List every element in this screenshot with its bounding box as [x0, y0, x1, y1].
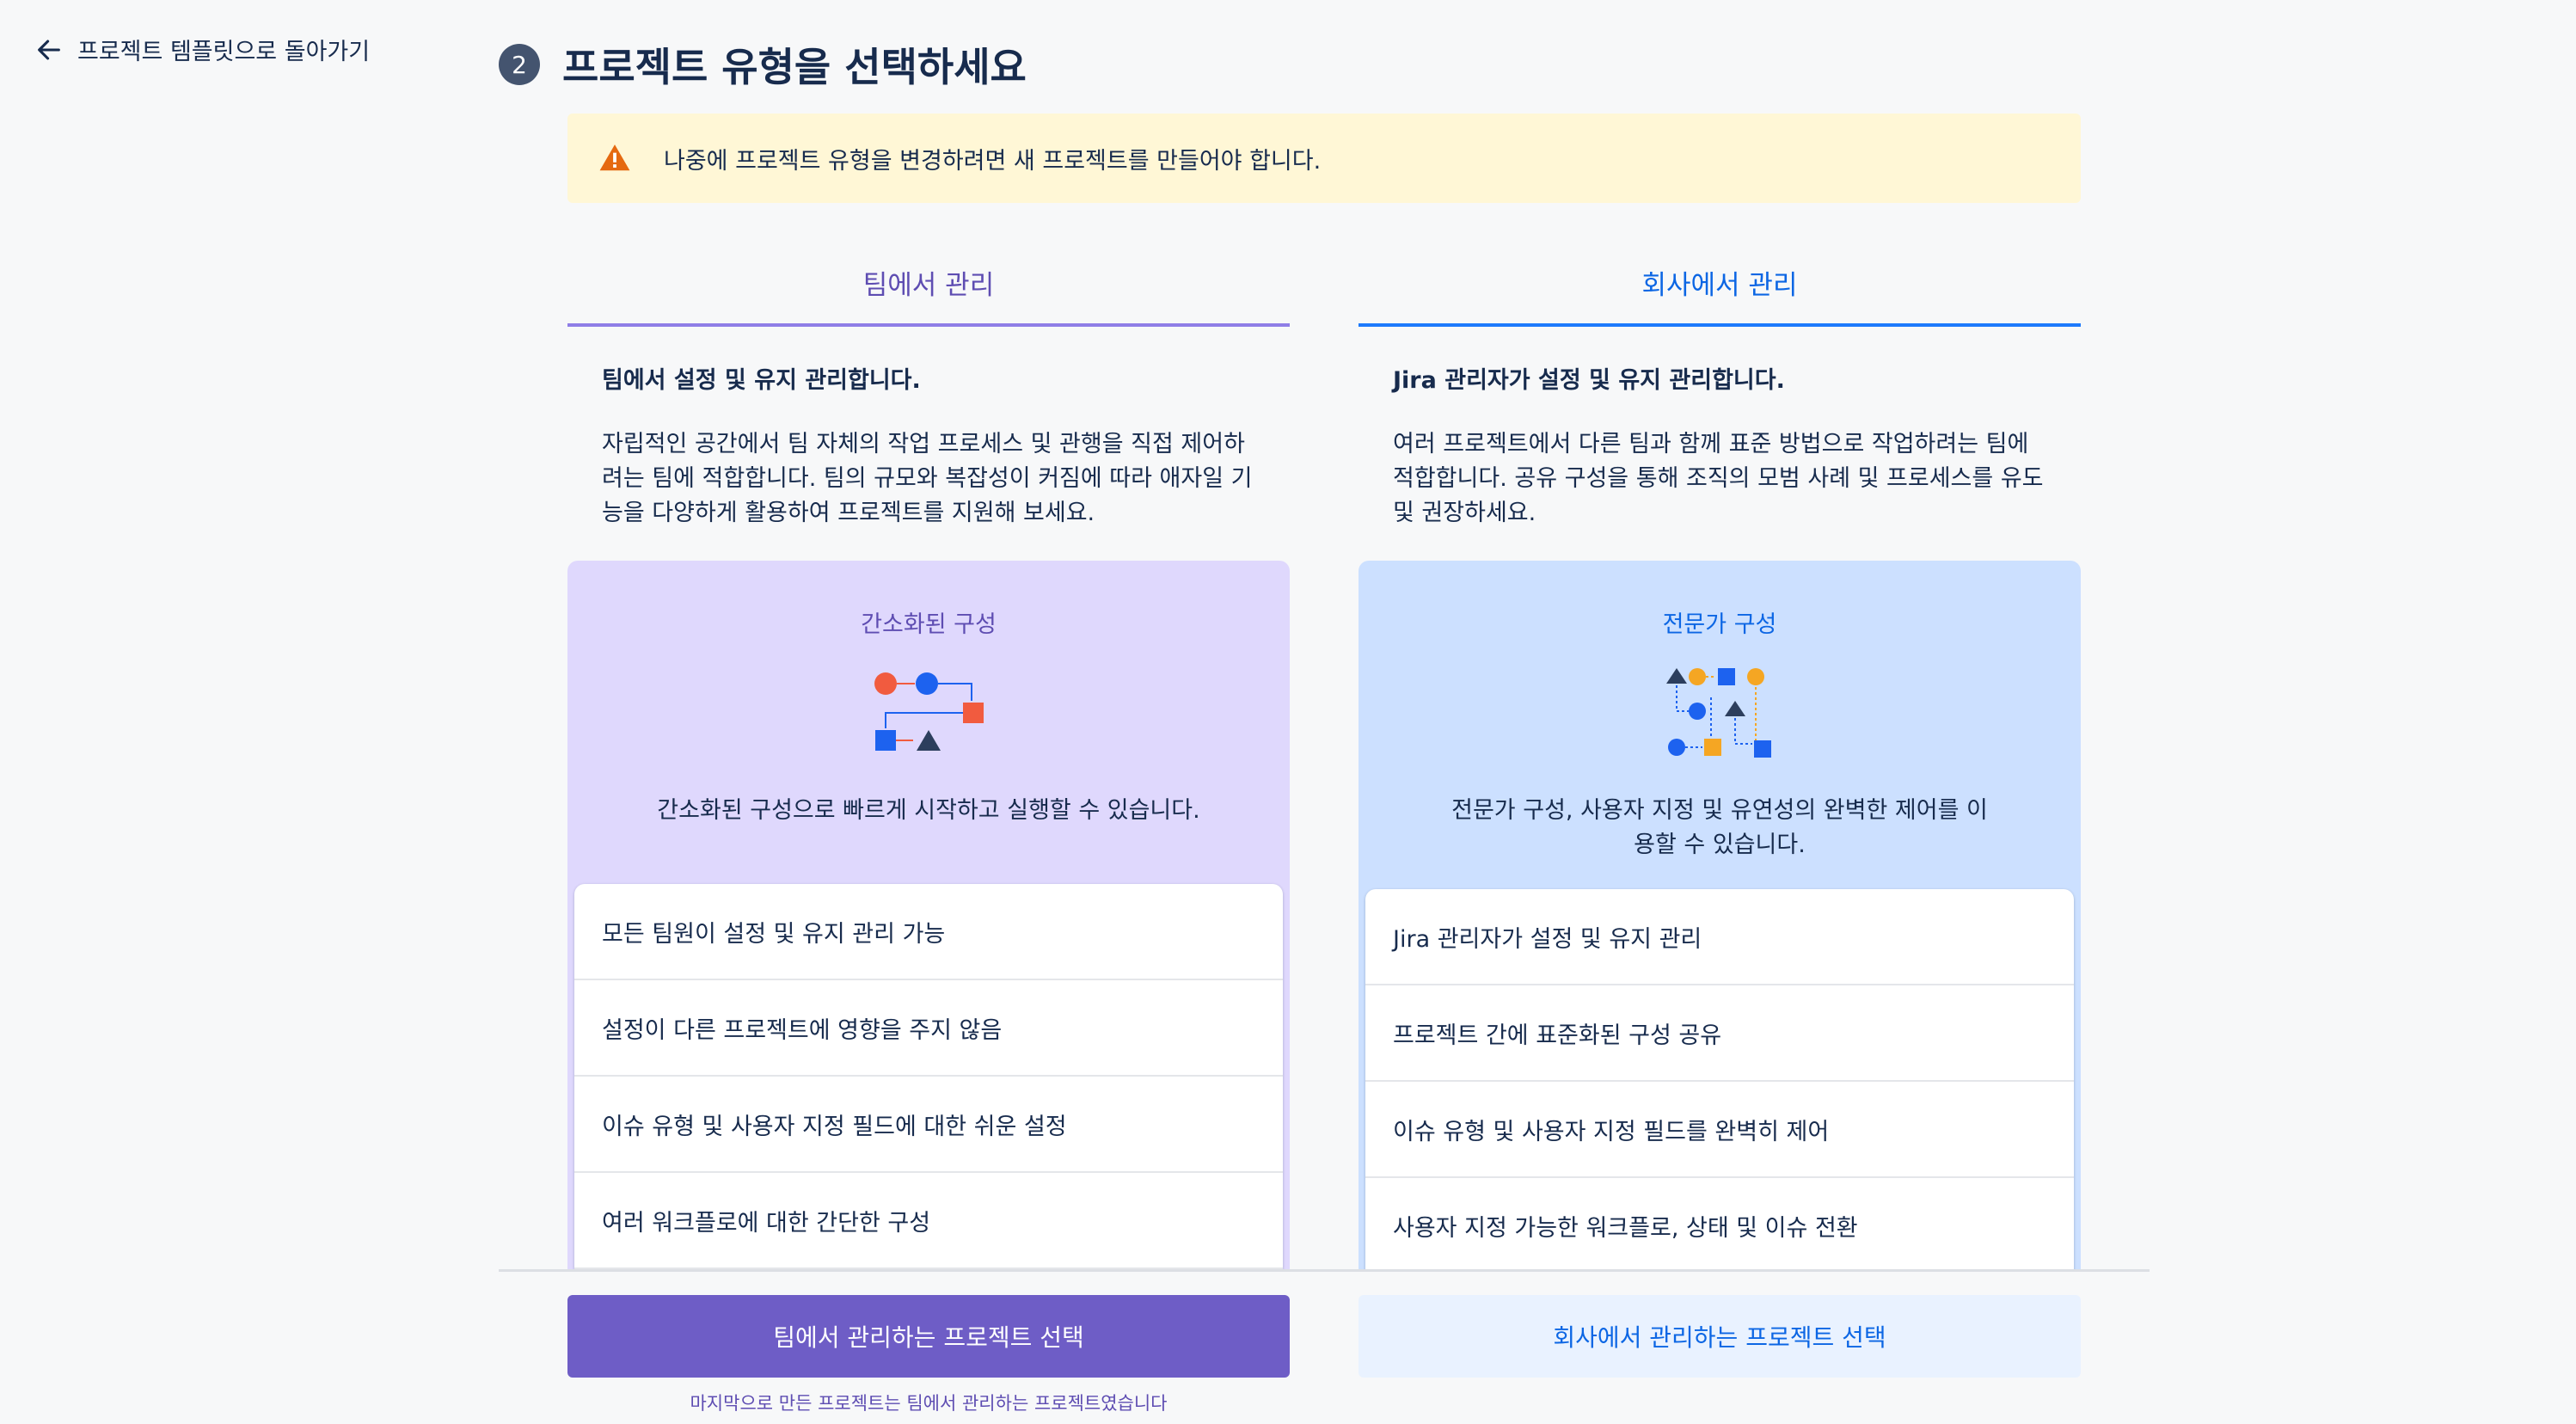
company-config-title: 전문가 구성 — [1662, 611, 1777, 638]
list-item: 설정이 다른 프로젝트에 영향을 주지 않음 — [574, 980, 1283, 1077]
team-heading: 팀에서 설정 및 유지 관리합니다. — [602, 367, 921, 394]
step-number-badge: 2 — [499, 44, 540, 85]
tab-team-managed[interactable]: 팀에서 관리 — [567, 241, 1290, 327]
team-managed-column: 팀에서 관리 팀에서 설정 및 유지 관리합니다. 자립적인 공간에서 팀 자체… — [567, 241, 1290, 1335]
list-item: Jira 관리자가 설정 및 유지 관리 — [1365, 889, 2074, 985]
company-feature-list: Jira 관리자가 설정 및 유지 관리 프로젝트 간에 표준화된 구성 공유 … — [1365, 889, 2074, 1274]
list-item: 모든 팀원이 설정 및 유지 관리 가능 — [574, 884, 1283, 980]
simplified-config-illustration-icon — [874, 672, 984, 751]
back-link-label: 프로젝트 템플릿으로 돌아가기 — [77, 39, 371, 65]
company-description: 여러 프로젝트에서 다른 팀과 함께 표준 방법으로 작업하려는 팀에 적합합니… — [1393, 431, 2044, 526]
company-heading: Jira 관리자가 설정 및 유지 관리합니다. — [1393, 367, 1785, 394]
divider — [499, 1269, 2150, 1272]
team-description: 자립적인 공간에서 팀 자체의 작업 프로세스 및 관행을 직접 제어하려는 팀… — [602, 431, 1253, 526]
warning-banner: 나중에 프로젝트 유형을 변경하려면 새 프로젝트를 만들어야 합니다. — [567, 114, 2081, 203]
company-config-panel: 전문가 구성 전문가 구성, 사용자 지정 및 유연성의 완벽한 제어를 이용할… — [1359, 561, 2081, 1335]
select-company-managed-button[interactable]: 회사에서 관리하는 프로젝트 선택 — [1359, 1295, 2081, 1378]
arrow-left-icon — [38, 40, 60, 59]
warning-icon — [599, 144, 630, 171]
team-config-panel: 간소화된 구성 간소화된 구성으로 빠르게 시작하고 실행할 수 있습니다. 모… — [567, 561, 1290, 1335]
list-item: 여러 워크플로에 대한 간단한 구성 — [574, 1173, 1283, 1269]
team-config-description: 간소화된 구성으로 빠르게 시작하고 실행할 수 있습니다. — [657, 797, 1200, 824]
last-created-note: 마지막으로 만든 프로젝트는 팀에서 관리하는 프로젝트였습니다 — [690, 1393, 1168, 1414]
list-item: 프로젝트 간에 표준화된 구성 공유 — [1365, 985, 2074, 1082]
list-item: 이슈 유형 및 사용자 지정 필드에 대한 쉬운 설정 — [574, 1077, 1283, 1173]
page-title: 프로젝트 유형을 선택하세요 — [562, 44, 1027, 90]
expert-config-illustration-icon — [1666, 668, 1771, 758]
warning-text: 나중에 프로젝트 유형을 변경하려면 새 프로젝트를 만들어야 합니다. — [664, 147, 1322, 175]
step-header: 2 프로젝트 유형을 선택하세요 — [499, 36, 1027, 93]
team-config-title: 간소화된 구성 — [861, 611, 997, 638]
company-config-description: 전문가 구성, 사용자 지정 및 유연성의 완벽한 제어를 이용할 수 있습니다… — [1451, 797, 1988, 858]
company-managed-column: 회사에서 관리 Jira 관리자가 설정 및 유지 관리합니다. 여러 프로젝트… — [1359, 241, 2081, 1335]
list-item: 사용자 지정 가능한 워크플로, 상태 및 이슈 전환 — [1365, 1178, 2074, 1274]
list-item: 이슈 유형 및 사용자 지정 필드를 완벽히 제어 — [1365, 1082, 2074, 1178]
bottom-action-bar: 팀에서 관리하는 프로젝트 선택 회사에서 관리하는 프로젝트 선택 마지막으로… — [0, 1269, 2576, 1424]
tab-company-managed[interactable]: 회사에서 관리 — [1359, 241, 2081, 327]
select-team-managed-button[interactable]: 팀에서 관리하는 프로젝트 선택 — [567, 1295, 1290, 1378]
team-feature-list: 모든 팀원이 설정 및 유지 관리 가능 설정이 다른 프로젝트에 영향을 주지… — [574, 884, 1283, 1269]
back-to-templates-link[interactable]: 프로젝트 템플릿으로 돌아가기 — [34, 33, 370, 66]
